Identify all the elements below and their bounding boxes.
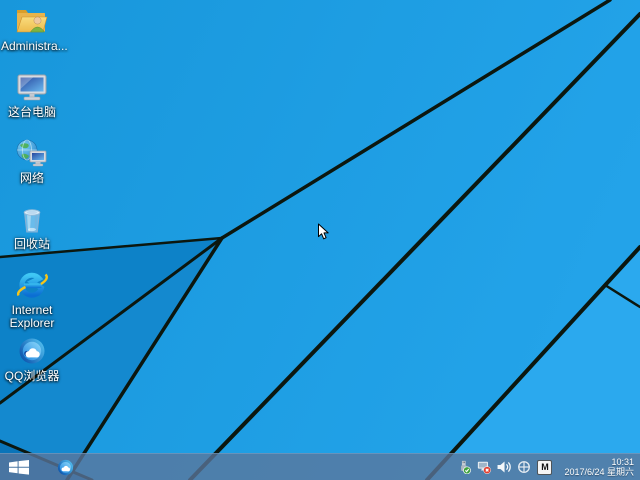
desktop-icon-label: QQ浏览器 bbox=[4, 369, 60, 383]
desktop-icon-label: Administra... bbox=[1, 39, 68, 53]
desktop-icon-label: 网络 bbox=[19, 171, 44, 185]
taskbar-qq-browser-button[interactable] bbox=[48, 454, 82, 480]
start-button[interactable] bbox=[0, 454, 38, 480]
desktop-icon-label: Internet Explorer bbox=[9, 303, 55, 330]
desktop-icon-qq-browser[interactable]: QQ浏览器 bbox=[0, 333, 64, 399]
computer-icon bbox=[13, 69, 51, 105]
qq-browser-icon bbox=[57, 459, 73, 475]
desktop-icon-label: 这台电脑 bbox=[7, 105, 56, 119]
desktop-icon-administrator[interactable]: Administra... bbox=[0, 3, 68, 69]
ime-mode-indicator[interactable]: M bbox=[537, 459, 553, 475]
folder-user-icon bbox=[13, 3, 51, 39]
taskbar: M 10:31 2017/6/24 星期六 bbox=[0, 453, 640, 480]
network-disconnected-icon[interactable] bbox=[477, 460, 492, 474]
mouse-cursor bbox=[318, 223, 329, 240]
taskbar-clock[interactable]: 10:31 2017/6/24 星期六 bbox=[564, 457, 634, 478]
recycle-bin-icon bbox=[13, 201, 51, 237]
language-indicator-icon[interactable] bbox=[517, 460, 531, 474]
desktop-icon-label: 回收站 bbox=[13, 237, 50, 251]
safely-remove-hardware-icon[interactable] bbox=[457, 460, 472, 474]
system-tray: M 10:31 2017/6/24 星期六 bbox=[457, 457, 640, 478]
network-globe-icon bbox=[13, 135, 51, 171]
desktop-icon-list: Administra... 这台电脑 网络 回收站 Internet Explo… bbox=[0, 3, 68, 399]
clock-time: 10:31 bbox=[611, 456, 634, 467]
clock-date: 2017/6/24 星期六 bbox=[564, 467, 634, 477]
desktop-icon-network[interactable]: 网络 bbox=[0, 135, 64, 201]
desktop-icon-recycle-bin[interactable]: 回收站 bbox=[0, 201, 64, 267]
windows-desktop: Administra... 这台电脑 网络 回收站 Internet Explo… bbox=[0, 0, 640, 480]
internet-explorer-icon bbox=[13, 267, 51, 303]
qq-browser-icon bbox=[13, 333, 51, 369]
windows-logo-icon bbox=[9, 459, 29, 475]
desktop-icon-internet-explorer[interactable]: Internet Explorer bbox=[0, 267, 64, 333]
volume-icon[interactable] bbox=[497, 460, 512, 474]
desktop-icon-this-pc[interactable]: 这台电脑 bbox=[0, 69, 64, 135]
